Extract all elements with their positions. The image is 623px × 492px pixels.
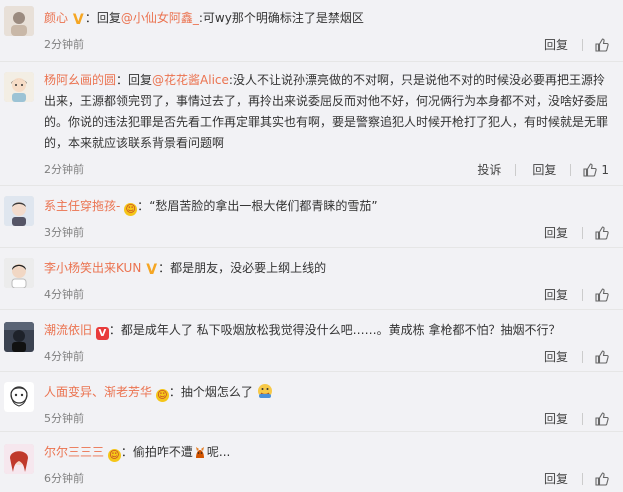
comment-time: 6分钟前 bbox=[44, 472, 84, 485]
commenter-name[interactable]: 人面变异、渐老芳华 bbox=[44, 385, 152, 399]
reply-button[interactable]: 回复 bbox=[544, 349, 568, 365]
divider bbox=[582, 39, 583, 51]
reply-button[interactable]: 回复 bbox=[544, 225, 568, 241]
reply-button[interactable]: 回复 bbox=[544, 411, 568, 427]
thumbs-up-icon bbox=[595, 412, 609, 426]
comment-time: 2分钟前 bbox=[44, 163, 84, 176]
comment-time: 2分钟前 bbox=[44, 38, 84, 51]
comment-item: 尔尔三三三 ☺：偷拍咋不遭 呢... 6分钟前 回复 bbox=[0, 432, 623, 492]
divider bbox=[515, 164, 517, 176]
commenter-name[interactable]: 潮流依旧 bbox=[44, 323, 92, 337]
divider bbox=[582, 227, 583, 239]
comment-item: 系主任穿拖孩- ☺：“愁眉苦脸的拿出一根大佬们都青睐的雪茄” 3分钟前 回复 bbox=[0, 186, 623, 248]
comment-text: “愁眉苦脸的拿出一根大佬们都青睐的雪茄” bbox=[149, 199, 378, 213]
thumbs-up-icon bbox=[595, 472, 609, 486]
like-button[interactable] bbox=[595, 38, 609, 52]
like-button[interactable] bbox=[595, 472, 609, 486]
avatar[interactable] bbox=[4, 196, 34, 226]
divider bbox=[582, 413, 583, 425]
commenter-name[interactable]: 尔尔三三三 bbox=[44, 445, 104, 459]
comment-text: 偷拍咋不遭 bbox=[132, 445, 193, 459]
avatar[interactable] bbox=[4, 322, 34, 352]
comment-time: 4分钟前 bbox=[44, 288, 84, 301]
comment-item: 人面变异、渐老芳华 ☺：抽个烟怎么了 5分钟前 回复 bbox=[0, 372, 623, 432]
commenter-name[interactable]: 李小杨笑出来KUN bbox=[44, 261, 141, 275]
avatar[interactable] bbox=[4, 444, 34, 474]
report-button[interactable]: 投诉 bbox=[477, 162, 501, 178]
thumbs-up-icon bbox=[595, 226, 609, 240]
verified-badge-icon: V bbox=[146, 262, 158, 278]
mention-link[interactable]: @小仙女阿鑫_ bbox=[121, 11, 199, 25]
reply-button[interactable]: 回复 bbox=[544, 471, 568, 487]
verified-badge-icon: V bbox=[72, 12, 84, 28]
avatar[interactable] bbox=[4, 6, 34, 36]
comment-list: 颜心 V：回复@小仙女阿鑫_:可wy那个明确标注了是禁烟区 2分钟前 回复 杨阿… bbox=[0, 0, 623, 492]
fan-badge-icon: ☺ bbox=[124, 203, 138, 216]
reply-prefix: 回复 bbox=[96, 11, 121, 25]
commenter-name[interactable]: 颜心 bbox=[44, 11, 68, 25]
divider bbox=[582, 351, 583, 363]
thumbs-up-icon bbox=[595, 350, 609, 364]
reply-button[interactable]: 回复 bbox=[544, 37, 568, 53]
reply-button[interactable]: 回复 bbox=[532, 162, 556, 178]
emoji-icon bbox=[257, 384, 272, 398]
divider bbox=[582, 473, 583, 485]
comment-item: 李小杨笑出来KUN V：都是朋友，没必要上纲上线的 4分钟前 回复 bbox=[0, 248, 623, 310]
comment-text: 抽个烟怎么了 bbox=[180, 385, 253, 399]
like-button[interactable]: 1 bbox=[583, 162, 609, 178]
comment-item: 潮流依旧 V ：都是成年人了 私下吸烟放松我觉得没什么吧……。黄成栋 拿枪都不怕？… bbox=[0, 310, 623, 372]
comment-item: 杨阿幺画的圆：回复@花花酱Alice:没人不让说孙漂亮做的不对啊，只是说他不对的… bbox=[0, 62, 623, 186]
avatar[interactable] bbox=[4, 382, 34, 412]
like-button[interactable] bbox=[595, 350, 609, 364]
avatar[interactable] bbox=[4, 258, 34, 288]
fan-badge-icon: ☺ bbox=[155, 389, 169, 402]
avatar[interactable] bbox=[4, 72, 34, 102]
comment-text: :可wy那个明确标注了是禁烟区 bbox=[198, 11, 364, 25]
emoji-icon bbox=[195, 447, 204, 458]
like-button[interactable] bbox=[595, 288, 609, 302]
comment-text: 都是朋友，没必要上纲上线的 bbox=[170, 261, 327, 275]
thumbs-up-icon bbox=[595, 288, 609, 302]
commenter-name[interactable]: 杨阿幺画的圆 bbox=[44, 73, 116, 87]
vip-badge-icon: V bbox=[95, 327, 109, 340]
comment-time: 5分钟前 bbox=[44, 412, 84, 425]
comment-item: 颜心 V：回复@小仙女阿鑫_:可wy那个明确标注了是禁烟区 2分钟前 回复 bbox=[0, 0, 623, 62]
comment-time: 4分钟前 bbox=[44, 350, 84, 363]
reply-button[interactable]: 回复 bbox=[544, 287, 568, 303]
reply-prefix: 回复 bbox=[128, 73, 153, 87]
like-count: 1 bbox=[601, 163, 609, 177]
like-button[interactable] bbox=[595, 226, 609, 240]
thumbs-up-icon bbox=[583, 163, 598, 177]
fan-badge-icon: ☺ bbox=[107, 449, 121, 462]
mention-link[interactable]: @花花酱Alice bbox=[152, 73, 229, 87]
like-button[interactable] bbox=[595, 412, 609, 426]
comment-text-suffix: 呢... bbox=[206, 445, 231, 459]
divider bbox=[582, 289, 583, 301]
comment-time: 3分钟前 bbox=[44, 226, 84, 239]
commenter-name[interactable]: 系主任穿拖孩- bbox=[44, 199, 120, 213]
divider bbox=[570, 164, 572, 176]
comment-text: 都是成年人了 私下吸烟放松我觉得没什么吧……。黄成栋 拿枪都不怕？抽烟不行？ bbox=[120, 323, 561, 337]
thumbs-up-icon bbox=[595, 38, 609, 52]
